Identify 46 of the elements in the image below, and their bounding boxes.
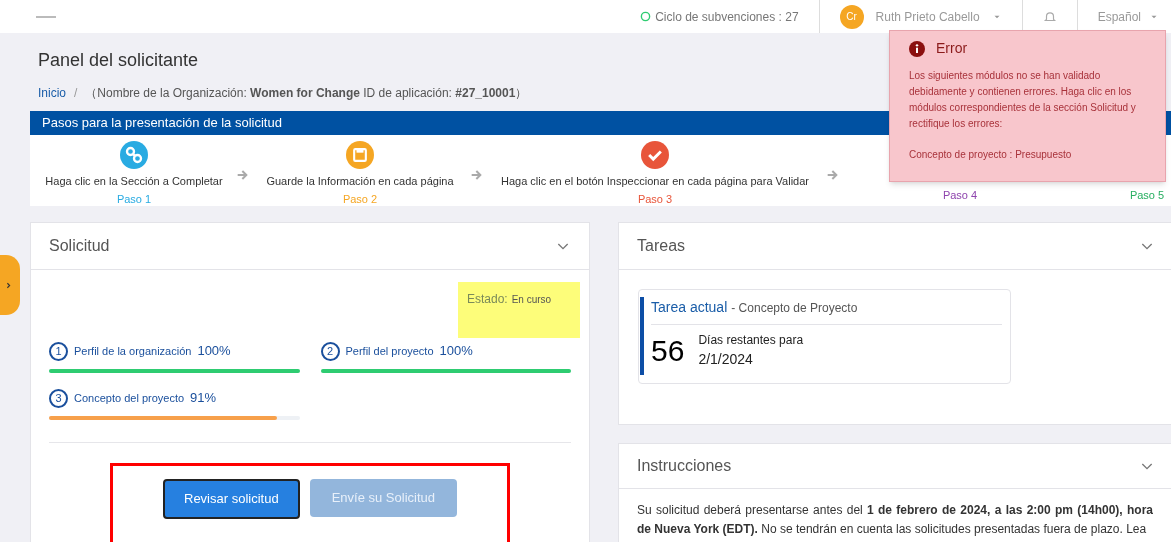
module-percent: 91% bbox=[190, 389, 217, 408]
module-percent: 100% bbox=[439, 342, 473, 361]
page-title: Panel del solicitante bbox=[38, 49, 199, 72]
breadcrumb-separator: / bbox=[74, 85, 78, 102]
module-name[interactable]: Perfil de la organización bbox=[74, 342, 192, 360]
due-date: 2/1/2024 bbox=[698, 350, 754, 369]
step-label: Paso 5 bbox=[1129, 188, 1165, 203]
number-badge: 2 bbox=[320, 341, 340, 361]
step-label: Paso 2 bbox=[342, 191, 378, 207]
bell-icon bbox=[1042, 9, 1057, 24]
module-name[interactable]: Perfil del proyecto bbox=[345, 342, 434, 360]
organization-details: （Nombre de la Organización: Women for Change ID de aplicación: #27_10001） bbox=[85, 85, 528, 102]
chevron-right-icon bbox=[4, 280, 13, 290]
days-text: Días restantes para bbox=[698, 332, 804, 349]
error-detail: Concepto de proyecto : Presupuesto bbox=[909, 148, 1073, 162]
step-instruction: Haga clic en la Sección a Completar bbox=[45, 174, 223, 189]
card-title: Instrucciones bbox=[637, 456, 732, 476]
days-count: 56 bbox=[651, 335, 685, 366]
module-percent: 100% bbox=[197, 342, 231, 361]
error-title: Error bbox=[936, 39, 968, 58]
cycle-label: Ciclo de subvenciones : 27 bbox=[655, 8, 799, 26]
user-avatar: Cr bbox=[839, 4, 864, 29]
task-name: - Concepto de Proyecto bbox=[731, 300, 858, 317]
info-icon bbox=[909, 40, 925, 57]
home-link[interactable]: Inicio bbox=[38, 84, 66, 102]
instructions-text: Su solicitud deberá presentarse antes del 1 de febrero de 2024, a las 2:00 pm (14h00), hora de Nueva York (EDT). No se tendrán en cuenta las solicitudes presentadas fuera de plazo. Lea bbox=[636, 502, 1154, 538]
status-icon bbox=[640, 11, 652, 22]
task-label: Tarea actual bbox=[651, 298, 728, 317]
status-label: Estado: bbox=[467, 291, 508, 308]
module-name[interactable]: Concepto del proyecto bbox=[74, 389, 185, 407]
floppy-disk-icon bbox=[346, 141, 374, 169]
step-instruction: Guarde la Información en cada página bbox=[266, 174, 454, 189]
number-badge: 1 bbox=[49, 341, 68, 361]
step-label: Paso 3 bbox=[637, 191, 673, 207]
review-button[interactable]: Revisar solicitud bbox=[163, 479, 300, 519]
number-badge: 3 bbox=[49, 388, 68, 408]
step-instruction: Haga clic en el botón Inspeccionar en cada página para Validar bbox=[501, 174, 809, 189]
card-title: Tareas bbox=[637, 236, 686, 256]
step-label: Paso 1 bbox=[116, 191, 152, 207]
step-label: Paso 4 bbox=[942, 188, 978, 203]
menu-icon[interactable] bbox=[36, 15, 56, 18]
checkmark-icon bbox=[641, 141, 669, 169]
status-value: En curso bbox=[511, 293, 552, 307]
link-icon bbox=[120, 141, 148, 169]
card-title: Solicitud bbox=[49, 236, 110, 256]
sidebar-toggle[interactable] bbox=[0, 255, 20, 315]
